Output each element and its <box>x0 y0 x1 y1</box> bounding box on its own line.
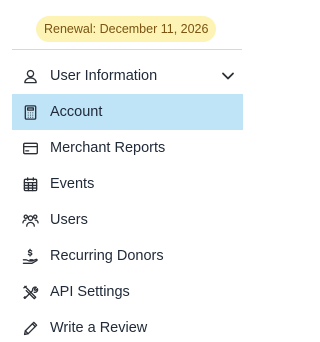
sidebar-item-merchant-reports[interactable]: Merchant Reports <box>12 130 243 166</box>
sidebar-item-label: Users <box>50 212 88 228</box>
sidebar-item-label: Merchant Reports <box>50 140 166 156</box>
sidebar-panel: Renewal: December 11, 2026 User Informat… <box>0 0 273 342</box>
chevron-down-icon[interactable] <box>219 67 237 85</box>
sidebar-item-label: User Information <box>50 68 158 84</box>
sidebar-item-users[interactable]: Users <box>12 202 243 238</box>
tools-icon <box>21 283 39 301</box>
sidebar-item-user-information[interactable]: User Information <box>12 58 243 94</box>
pencil-icon <box>21 319 39 337</box>
user-icon <box>21 67 39 85</box>
sidebar-item-recurring-donors[interactable]: Recurring Donors <box>12 238 243 274</box>
renewal-badge-container: Renewal: December 11, 2026 <box>36 16 218 42</box>
renewal-badge: Renewal: December 11, 2026 <box>36 16 217 42</box>
sidebar-item-account[interactable]: Account <box>12 94 243 130</box>
divider <box>12 49 242 50</box>
hand-coin-icon <box>21 247 39 265</box>
sidebar-item-label: API Settings <box>50 284 130 300</box>
sidebar-item-label: Recurring Donors <box>50 248 164 264</box>
sidebar-item-label: Account <box>50 104 103 120</box>
sidebar-nav: User Information Account Merchant Report… <box>12 58 243 342</box>
sidebar-item-api-settings[interactable]: API Settings <box>12 274 243 310</box>
calendar-icon <box>21 175 39 193</box>
sidebar-item-label: Events <box>50 176 95 192</box>
sidebar-item-events[interactable]: Events <box>12 166 243 202</box>
users-icon <box>21 211 39 229</box>
calculator-icon <box>21 103 39 121</box>
credit-card-icon <box>21 139 39 157</box>
sidebar-item-write-a-review[interactable]: Write a Review <box>12 310 243 342</box>
sidebar-item-label: Write a Review <box>50 320 148 336</box>
